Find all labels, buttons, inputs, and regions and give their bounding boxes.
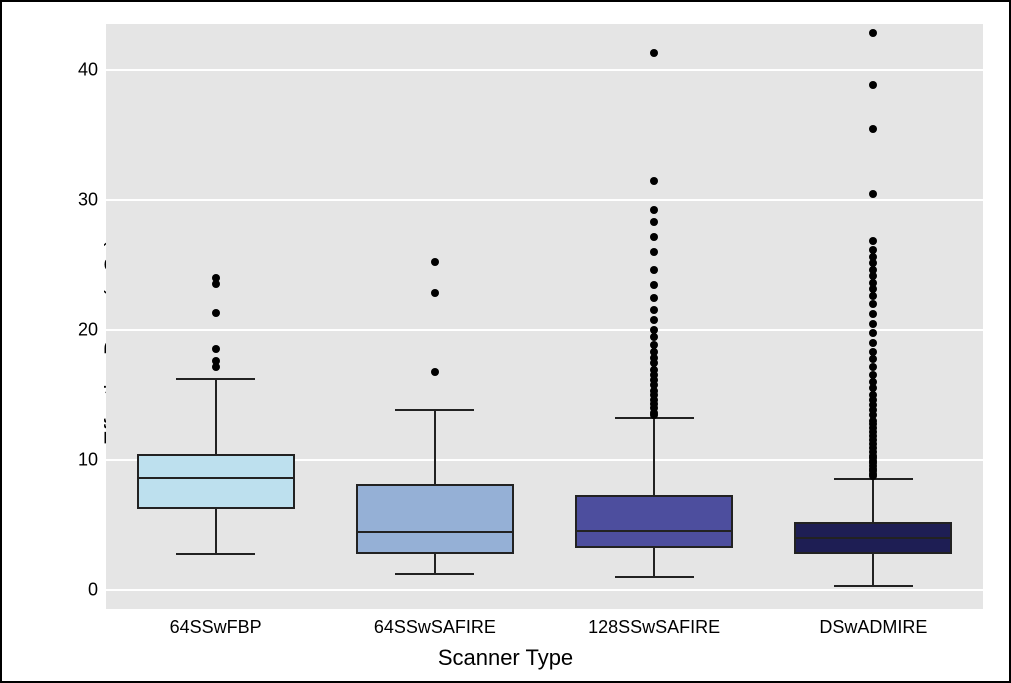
outlier-point [869,237,877,245]
whisker [434,410,436,484]
outlier-point [869,190,877,198]
whisker-cap [834,585,913,587]
x-tick-label: DSwADMIRE [819,617,927,638]
whisker-cap [176,553,255,555]
whisker [215,379,217,454]
whisker [872,479,874,522]
box [137,454,295,509]
gridline [106,199,983,201]
y-tick-label: 10 [78,449,98,470]
gridline [106,589,983,591]
outlier-point [869,348,877,356]
whisker [434,554,436,574]
plot-panel [106,24,983,609]
outlier-point [650,248,658,256]
gridline [106,329,983,331]
figure-frame: Effective Dose (mSv) Scanner Type 010203… [0,0,1011,683]
y-tick-label: 40 [78,59,98,80]
outlier-point [650,294,658,302]
x-axis-title: Scanner Type [16,645,995,671]
outlier-point [869,320,877,328]
median-line [794,537,952,539]
outlier-point [869,355,877,363]
outlier-point [650,266,658,274]
outlier-point [650,177,658,185]
outlier-point [650,316,658,324]
y-tick-label: 0 [88,579,98,600]
outlier-point [869,310,877,318]
whisker-cap [176,378,255,380]
outlier-point [212,309,220,317]
y-tick-label: 20 [78,319,98,340]
x-tick-label: 64SSwFBP [170,617,262,638]
outlier-point [869,300,877,308]
whisker [215,509,217,555]
outlier-point [869,246,877,254]
box [575,495,733,548]
y-tick-label: 30 [78,189,98,210]
outlier-point [431,258,439,266]
median-line [575,530,733,532]
whisker-cap [615,576,694,578]
outlier-point [650,306,658,314]
outlier-point [650,326,658,334]
box [356,484,514,554]
outlier-point [869,371,877,379]
median-line [137,477,295,479]
whisker [653,548,655,577]
outlier-point [869,329,877,337]
outlier-point [431,368,439,376]
whisker [653,418,655,495]
outlier-point [650,333,658,341]
y-tick-labels: 0 10 20 30 40 [52,24,98,609]
outlier-point [869,339,877,347]
boxplot-chart: Effective Dose (mSv) Scanner Type 010203… [16,12,995,671]
outlier-point [869,29,877,37]
outlier-point [650,218,658,226]
outlier-point [650,233,658,241]
whisker [872,554,874,585]
whisker-cap [395,573,474,575]
whisker-cap [395,409,474,411]
outlier-point [650,341,658,349]
outlier-point [212,357,220,365]
x-tick-label: 64SSwSAFIRE [374,617,496,638]
x-tick-labels: 64SSwFBP 64SSwSAFIRE 128SSwSAFIRE DSwADMIRE [106,617,983,643]
outlier-point [869,81,877,89]
outlier-point [212,274,220,282]
outlier-point [650,49,658,57]
outlier-point [431,289,439,297]
outlier-point [869,125,877,133]
x-tick-label: 128SSwSAFIRE [588,617,720,638]
outlier-point [869,363,877,371]
gridline [106,69,983,71]
median-line [356,531,514,533]
outlier-point [650,206,658,214]
outlier-point [650,281,658,289]
outlier-point [212,345,220,353]
